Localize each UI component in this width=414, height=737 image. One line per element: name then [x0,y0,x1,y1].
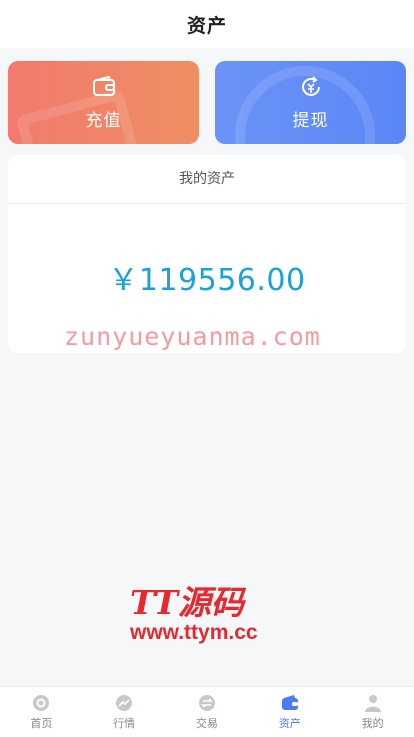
tab-assets-label: 资产 [278,717,301,730]
wallet-icon [281,695,298,710]
user-icon [364,695,381,712]
tab-assets[interactable]: 资产 [248,687,331,737]
recharge-button[interactable]: 充值 [8,61,199,144]
tab-mine-label: 我的 [361,717,384,730]
top-header: 资产 [0,0,414,48]
trade-icon [198,695,215,711]
decorative-shape [15,88,151,144]
tab-trade-label: 交易 [195,717,218,730]
tab-market-label: 行情 [113,717,136,730]
bottom-tabbar: 首页 行情 交易 资产 我的 [0,686,414,737]
tab-home[interactable]: 首页 [0,687,83,737]
recharge-label: 充值 [85,111,122,131]
watermark-logo: TT源码 www.ttym.cc [130,585,280,647]
withdraw-icon [301,76,320,96]
tab-trade[interactable]: 交易 [166,687,249,737]
tab-market[interactable]: 行情 [83,687,166,737]
home-icon [33,695,50,711]
page-title: 资产 [186,14,227,37]
watermark-text: zunyueyuanma.com [64,322,321,351]
logo-brand: TT源码 [130,583,244,622]
tab-home-label: 首页 [30,717,53,730]
market-icon [116,695,133,711]
logo-url: www.ttym.cc [130,621,258,644]
assets-amount: ￥119556.00 [108,263,306,298]
assets-title: 我的资产 [8,155,406,204]
wallet-icon [92,75,115,96]
tab-mine[interactable]: 我的 [331,687,414,737]
withdraw-label: 提现 [292,111,329,131]
withdraw-button[interactable]: 提现 [215,61,406,144]
